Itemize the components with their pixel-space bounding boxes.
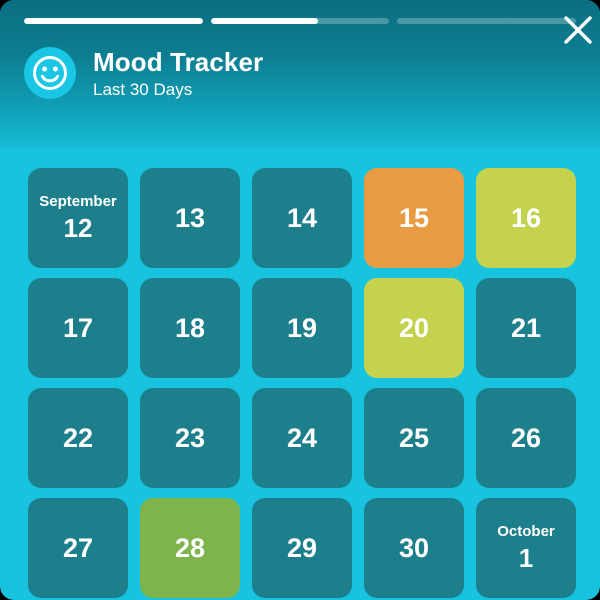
progress-bar-group bbox=[24, 18, 577, 24]
day-number: 24 bbox=[286, 423, 318, 453]
day-cell[interactable]: 15 bbox=[364, 168, 464, 268]
day-number: 15 bbox=[398, 203, 430, 233]
smiley-face-icon bbox=[24, 47, 76, 99]
day-cell[interactable]: 28 bbox=[140, 498, 240, 598]
day-cell[interactable]: 29 bbox=[252, 498, 352, 598]
day-cell[interactable]: 16 bbox=[476, 168, 576, 268]
day-number: 30 bbox=[398, 533, 430, 563]
day-cell[interactable]: 22 bbox=[28, 388, 128, 488]
day-cell[interactable]: 20 bbox=[364, 278, 464, 378]
header-text-block: Mood Tracker Last 30 Days bbox=[93, 46, 263, 101]
day-cell[interactable]: September 12 bbox=[28, 168, 128, 268]
day-number: 18 bbox=[174, 313, 206, 343]
day-cell[interactable]: 13 bbox=[140, 168, 240, 268]
day-cell[interactable]: 18 bbox=[140, 278, 240, 378]
day-number: 20 bbox=[398, 313, 430, 343]
day-number: 28 bbox=[174, 533, 206, 563]
day-number: 16 bbox=[510, 203, 542, 233]
progress-segment-2[interactable] bbox=[210, 18, 390, 24]
day-cell[interactable]: 24 bbox=[252, 388, 352, 488]
day-cell[interactable]: 26 bbox=[476, 388, 576, 488]
mood-calendar-grid: September 12 13 14 15 16 17 18 19 20 21 22 23 24 25 26 2… bbox=[28, 168, 578, 598]
day-number: 26 bbox=[510, 423, 542, 453]
day-number: 29 bbox=[286, 533, 318, 563]
day-cell[interactable]: 19 bbox=[252, 278, 352, 378]
day-number: 14 bbox=[286, 203, 318, 233]
day-cell[interactable]: 23 bbox=[140, 388, 240, 488]
day-number: 17 bbox=[62, 313, 94, 343]
day-number: 23 bbox=[174, 423, 206, 453]
page-subtitle: Last 30 Days bbox=[93, 80, 193, 99]
month-label: September bbox=[39, 192, 117, 210]
app-header: Mood Tracker Last 30 Days bbox=[0, 0, 600, 148]
day-cell[interactable]: 17 bbox=[28, 278, 128, 378]
day-number: 1 bbox=[518, 542, 534, 573]
close-button[interactable] bbox=[556, 8, 600, 52]
progress-segment-3[interactable] bbox=[397, 18, 577, 24]
day-number: 25 bbox=[398, 423, 430, 453]
day-cell[interactable]: 27 bbox=[28, 498, 128, 598]
day-number: 12 bbox=[63, 212, 93, 243]
day-cell[interactable]: 25 bbox=[364, 388, 464, 488]
progress-fill-1 bbox=[24, 18, 203, 24]
close-x-icon bbox=[564, 16, 592, 44]
day-number: 27 bbox=[62, 533, 94, 563]
day-number: 19 bbox=[286, 313, 318, 343]
page-title: Mood Tracker bbox=[93, 47, 264, 77]
day-number: 21 bbox=[510, 313, 542, 343]
day-cell[interactable]: October 1 bbox=[476, 498, 576, 598]
day-number: 13 bbox=[174, 203, 206, 233]
day-cell[interactable]: 30 bbox=[364, 498, 464, 598]
progress-segment-1[interactable] bbox=[24, 18, 203, 24]
day-cell[interactable]: 14 bbox=[252, 168, 352, 268]
day-cell[interactable]: 21 bbox=[476, 278, 576, 378]
day-number: 22 bbox=[62, 423, 94, 453]
header-main-row: Mood Tracker Last 30 Days bbox=[24, 46, 576, 101]
month-label: October bbox=[497, 522, 555, 540]
progress-fill-2 bbox=[210, 18, 318, 24]
mood-tracker-app: Mood Tracker Last 30 Days September 12 13 1… bbox=[0, 0, 600, 600]
